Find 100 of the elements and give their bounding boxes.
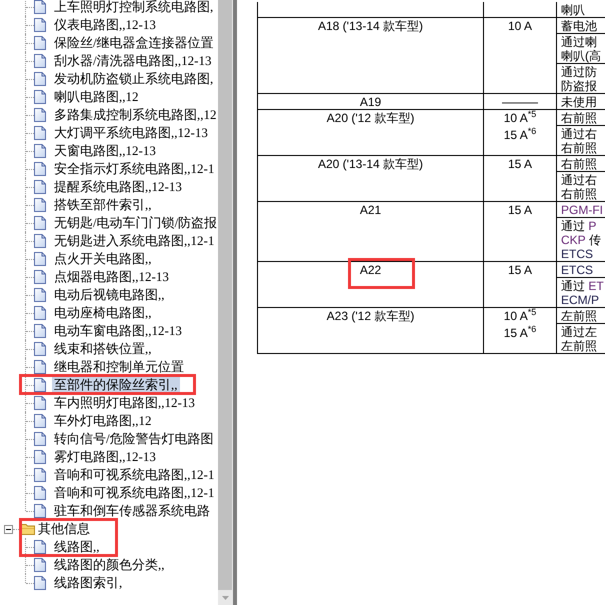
fuse-rating: 10 A$^{*5}$ xyxy=(504,309,536,323)
document-icon xyxy=(34,360,46,374)
tree-item[interactable]: 无钥匙进入系统电路图,,12-1 xyxy=(52,233,216,249)
document-icon xyxy=(34,162,46,176)
tree-item[interactable]: 喇叭电路图,,12 xyxy=(52,89,140,105)
tree-item[interactable]: 大灯调平系统电路图,,12-13 xyxy=(52,125,210,141)
tree-item[interactable]: 提醒系统电路图,,12-13 xyxy=(52,179,184,195)
document-icon xyxy=(34,180,46,194)
tree-item[interactable]: 转向信号/危险警告灯电路图 xyxy=(52,431,216,447)
tree-item[interactable]: 天窗电路图,,12-13 xyxy=(52,143,158,159)
tree-item[interactable]: 驻车和倒车传感器系统电路 xyxy=(52,503,212,519)
tree-item[interactable]: 继电器和控制单元位置 xyxy=(52,359,186,375)
circuit-link[interactable]: PGM-FI xyxy=(561,203,603,217)
tree-item[interactable]: 上车照明灯控制系统电路图, xyxy=(52,0,216,15)
document-icon xyxy=(34,342,46,356)
circuit-link[interactable]: P xyxy=(588,219,596,233)
circuit-text: 通过右 xyxy=(561,127,597,141)
tree-item[interactable]: 线束和搭铁位置,, xyxy=(52,341,154,357)
tree-item[interactable]: 电动座椅电路图,, xyxy=(52,305,154,321)
tree-item[interactable]: 车内照明灯电路图,,12-13 xyxy=(52,395,197,411)
circuit-link[interactable]: ET xyxy=(588,279,604,293)
document-icon xyxy=(34,144,46,158)
circuit-link[interactable]: ETCS xyxy=(561,263,594,277)
document-icon xyxy=(34,234,46,248)
fuse-label: A20 ('13-14 款车型) xyxy=(318,157,423,171)
circuit-text: 通过喇 xyxy=(561,35,597,49)
document-icon xyxy=(34,0,46,14)
document-icon xyxy=(34,396,46,410)
tree-item[interactable]: 线路图索引, xyxy=(52,575,124,591)
tree-item[interactable]: 雾灯电路图,,12-13 xyxy=(52,449,158,465)
down-arrow-icon xyxy=(222,596,229,600)
circuit-link[interactable]: CKP xyxy=(561,233,586,247)
fuse-rating: 15 A xyxy=(508,263,532,277)
tree-item[interactable]: 无钥匙/电动车门门锁/防盗报 xyxy=(52,215,218,231)
document-icon xyxy=(34,90,46,104)
circuit-text: 通过防 xyxy=(561,65,597,79)
fuse-label: A21 xyxy=(360,203,382,217)
fuse-rating: 15 A xyxy=(508,203,532,217)
circuit-link[interactable]: ECM/P xyxy=(561,293,600,307)
circuit-text: 未使用 xyxy=(561,95,597,109)
tree-item[interactable]: 点火开关电路图,, xyxy=(52,251,154,267)
document-icon xyxy=(34,486,46,500)
document-icon xyxy=(34,252,46,266)
document-icon xyxy=(34,288,46,302)
circuit-text: 蓄电池 xyxy=(561,19,597,33)
document-icon xyxy=(34,270,46,284)
tree-item[interactable]: 电动车窗电路图,,12-13 xyxy=(52,323,184,339)
tree-item[interactable]: 发动机防盗锁止系统电路图, xyxy=(52,71,216,87)
circuit-text: 喇叭(高 xyxy=(561,49,601,63)
circuit-text: 通过左 xyxy=(561,325,597,339)
tree-item[interactable]: 线路图的颜色分类,, xyxy=(52,557,166,573)
tree-item[interactable]: 仪表电路图,,12-13 xyxy=(52,17,158,33)
circuit-link[interactable]: ETCS xyxy=(561,247,594,261)
pane-splitter[interactable] xyxy=(233,0,237,605)
tree-item[interactable]: 多路集成控制系统电路图,,12 xyxy=(52,107,218,123)
document-icon xyxy=(34,378,46,392)
tree-folder[interactable]: 其他信息 xyxy=(36,521,92,537)
folder-icon xyxy=(21,523,35,535)
document-icon xyxy=(34,414,46,428)
tree-item[interactable]: 至部件的保险丝索引,, xyxy=(52,377,180,393)
fuse-label: A20 ('12 款车型) xyxy=(326,111,414,125)
circuit-text: 通过 xyxy=(561,279,586,293)
fuse-label: A18 ('13-14 款车型) xyxy=(318,19,423,33)
document-icon xyxy=(34,54,46,68)
document-icon xyxy=(34,558,46,572)
document-icon xyxy=(34,324,46,338)
tree-item[interactable]: 电动后视镜电路图,, xyxy=(52,287,166,303)
document-icon xyxy=(34,72,46,86)
document-icon xyxy=(34,450,46,464)
fuse-label: A22 xyxy=(360,263,382,277)
minus-box-icon[interactable] xyxy=(4,524,13,534)
tree-item[interactable]: 线路图,, xyxy=(52,539,102,555)
circuit-text: 通过 xyxy=(561,219,586,233)
tree-item[interactable]: 音响和可视系统电路图,,12-1 xyxy=(52,467,216,483)
document-icon xyxy=(34,306,46,320)
circuit-text: 防盗报 xyxy=(561,79,597,93)
tree-item[interactable]: 车外灯电路图,,12 xyxy=(52,413,154,429)
document-icon xyxy=(34,216,46,230)
fuse-rating: 15 A xyxy=(508,157,532,171)
tree-item[interactable]: 安全指示灯系统电路图,,12-1 xyxy=(52,161,216,177)
document-icon xyxy=(34,504,46,518)
document-icon xyxy=(34,198,46,212)
document-icon xyxy=(34,432,46,446)
circuit-text: 传 xyxy=(588,233,601,247)
fuse-rating: 15 A$^{*6}$ xyxy=(504,128,536,142)
document-icon xyxy=(34,108,46,122)
document-icon xyxy=(34,36,46,50)
tree-item[interactable]: 刮水器/清洗器电路图,,12-13 xyxy=(52,53,214,69)
tree-item[interactable]: 音响和可视系统电路图,,12-1 xyxy=(52,485,216,501)
document-icon xyxy=(34,576,46,590)
tree-item[interactable]: 搭铁至部件索引,, xyxy=(52,197,154,213)
document-icon xyxy=(34,18,46,32)
fuse-label: A23 ('12 款车型) xyxy=(326,309,414,323)
tree-item[interactable]: 点烟器电路图,,12-13 xyxy=(52,269,171,285)
fuse-rating: 10 A xyxy=(508,19,532,33)
circuit-text: 右前照 xyxy=(561,157,597,171)
tree-item[interactable]: 保险丝/继电器盒连接器位置 xyxy=(52,35,216,51)
fuse-rating: 15 A$^{*6}$ xyxy=(504,326,536,340)
circuit-text: 右前照 xyxy=(561,141,597,155)
document-icon xyxy=(34,540,46,554)
